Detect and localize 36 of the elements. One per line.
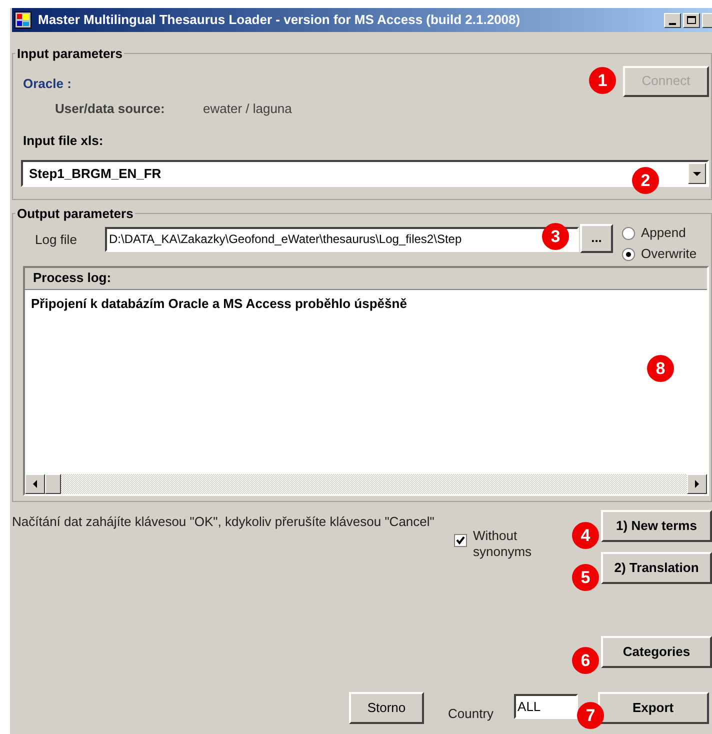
user-label: User/data source: (55, 100, 166, 118)
right-arrow-icon (695, 480, 699, 488)
radio-label: Overwrite (641, 245, 697, 264)
scroll-thumb[interactable] (45, 474, 61, 494)
radio-icon[interactable] (622, 248, 635, 260)
user-value: ewater / laguna (203, 100, 292, 118)
mode-radio[interactable]: Overwrite (622, 244, 697, 264)
window-title: Master Multilingual Thesaurus Loader - version for MS Access (build 2.1.2008) (38, 11, 520, 30)
radio-label: Append (641, 224, 686, 242)
instructions-text: Načítání dat zahájíte klávesou "OK", kdykoliv přerušíte klávesou "Cancel" (12, 514, 436, 530)
scroll-left-button[interactable] (25, 474, 45, 494)
file-label: Input file xls: (23, 132, 104, 150)
group-title: Output parameters (16, 205, 134, 223)
log-file-label: Log file (35, 230, 78, 249)
minimize-button[interactable] (664, 12, 681, 28)
country-select[interactable]: ALL (514, 694, 578, 719)
storno-button[interactable]: Storno (349, 692, 424, 724)
app-icon (14, 11, 32, 29)
log-line: Připojení k databázím Oracle a MS Access proběhlo úspěšně (31, 294, 408, 313)
checkbox-icon[interactable] (454, 534, 467, 547)
export-button[interactable]: Export (598, 692, 709, 724)
country-label: Country (448, 705, 494, 723)
close-button[interactable] (702, 12, 712, 28)
maximize-button[interactable] (683, 12, 700, 28)
browse-button[interactable]: ... (580, 224, 613, 252)
source-label: Oracle : (23, 74, 72, 92)
radio-icon[interactable] (622, 226, 635, 240)
horizontal-scrollbar[interactable] (25, 474, 707, 494)
left-arrow-icon (33, 480, 37, 488)
mode-radio[interactable]: Append (622, 224, 697, 242)
translation-button[interactable]: 2) Translation (601, 552, 712, 584)
scroll-right-button[interactable] (687, 474, 707, 494)
group-title: Input parameters (16, 45, 124, 63)
new-terms-button[interactable]: 1) New terms (601, 510, 712, 542)
categories-button[interactable]: Categories (601, 636, 712, 668)
synonyms-checkbox[interactable]: Without synonyms (454, 528, 543, 560)
